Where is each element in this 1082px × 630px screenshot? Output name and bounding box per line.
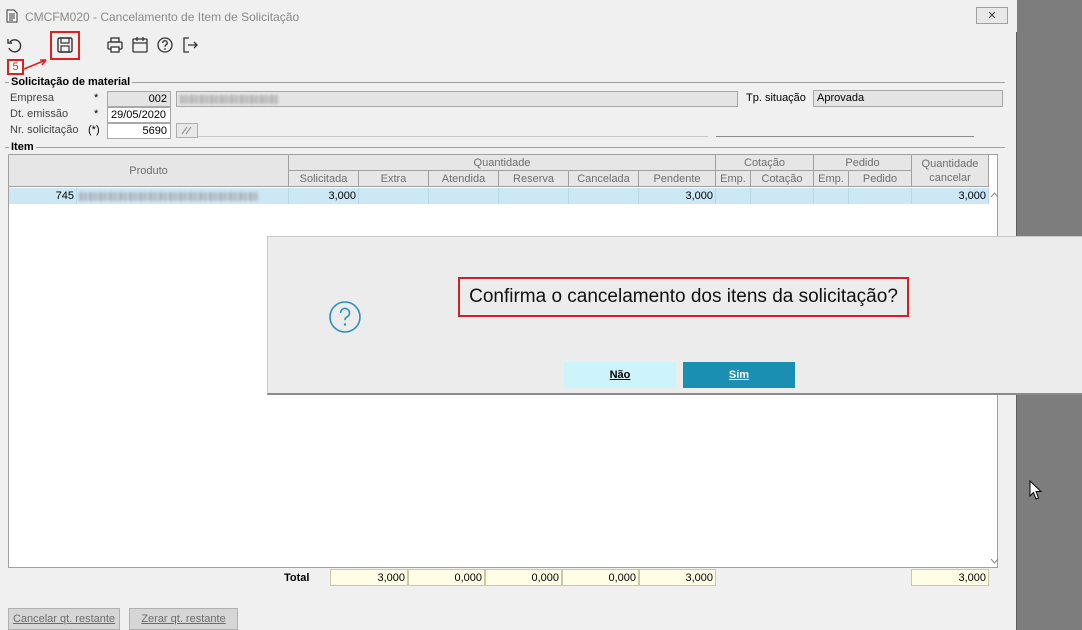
zerar-qt-restante-button[interactable]: Zerar qt. restante xyxy=(129,608,238,630)
empresa-name-field[interactable] xyxy=(176,91,738,107)
col-produto[interactable]: Produto xyxy=(9,155,289,187)
cancelar-qt-restante-button[interactable]: Cancelar qt. restante xyxy=(8,608,120,630)
col-cancelada[interactable]: Cancelada xyxy=(569,171,639,187)
col-cotacao[interactable]: Cotação xyxy=(751,171,814,187)
total-label: Total xyxy=(284,572,310,584)
emissao-label: Dt. emissão xyxy=(10,108,69,120)
nr-solicitacao-field[interactable]: 5690 xyxy=(107,123,171,139)
cell-qtd-cancelar[interactable]: 3,000 xyxy=(912,188,989,204)
group-line xyxy=(5,82,1005,83)
document-icon xyxy=(6,9,18,23)
tp-situacao-label: Tp. situação xyxy=(746,92,806,104)
redacted-text xyxy=(180,95,278,104)
scroll-down-icon[interactable] xyxy=(990,557,999,565)
cell-cotacao-emp xyxy=(716,188,751,204)
close-button[interactable]: ✕ xyxy=(976,7,1008,24)
nr-solicitacao-label: Nr. solicitação xyxy=(10,124,79,136)
nr-solicitacao-required: (*) xyxy=(88,124,100,136)
cancelar-qt-restante-label: Cancelar qt. restante xyxy=(12,613,116,625)
scroll-up-icon[interactable] xyxy=(990,191,999,199)
emissao-field[interactable]: 29/05/2020 xyxy=(107,107,171,123)
annotation-arrow xyxy=(23,59,47,70)
cell-pedido xyxy=(849,188,912,204)
dialog-message: Confirma o cancelamento dos itens da sol… xyxy=(458,277,909,317)
yes-button[interactable]: Sim xyxy=(683,362,795,388)
col-pendente[interactable]: Pendente xyxy=(639,171,716,187)
lookup-icon xyxy=(181,126,192,135)
no-button[interactable]: Não xyxy=(564,362,676,388)
cell-pendente: 3,000 xyxy=(639,188,716,204)
col-extra[interactable]: Extra xyxy=(359,171,429,187)
help-icon[interactable] xyxy=(155,35,175,55)
total-extra: 0,000 xyxy=(408,569,485,586)
print-icon[interactable] xyxy=(105,35,125,55)
empresa-required: * xyxy=(94,92,99,104)
col-pedido-emp[interactable]: Emp. xyxy=(814,171,849,187)
cell-extra xyxy=(359,188,429,204)
group-line xyxy=(5,147,1005,148)
tp-situacao-field[interactable]: Aprovada xyxy=(813,90,1003,107)
title-bar: CMCFM020 - Cancelamento de Item de Solic… xyxy=(0,0,1017,32)
separator xyxy=(716,136,974,137)
separator xyxy=(198,136,708,137)
col-group-pedido: Pedido xyxy=(814,155,912,171)
total-reserva: 0,000 xyxy=(562,569,639,586)
cell-descricao xyxy=(77,188,289,204)
section-solicitacao-title: Solicitação de material xyxy=(9,76,133,88)
cell-cotacao xyxy=(751,188,814,204)
undo-icon[interactable] xyxy=(5,35,25,55)
cell-reserva xyxy=(499,188,569,204)
exit-icon[interactable] xyxy=(180,35,200,55)
zerar-qt-restante-label: Zerar qt. restante xyxy=(141,613,226,625)
question-icon xyxy=(329,301,361,333)
total-solicitada: 3,000 xyxy=(330,569,408,586)
col-group-quantidade: Quantidade xyxy=(289,155,716,171)
col-qtd-cancelar[interactable]: Quantidade cancelar xyxy=(912,155,989,187)
col-solicitada[interactable]: Solicitada xyxy=(289,171,359,187)
total-pendente: 3,000 xyxy=(639,569,716,586)
empresa-field[interactable]: 002 xyxy=(107,91,171,107)
cell-cancelada xyxy=(569,188,639,204)
total-atendida: 0,000 xyxy=(485,569,562,586)
yes-button-label: Sim xyxy=(728,369,750,381)
confirm-dialog: Confirma o cancelamento dos itens da sol… xyxy=(267,236,1082,395)
section-item-title: Item xyxy=(9,141,36,153)
redacted-text xyxy=(79,191,259,201)
window-title: CMCFM020 - Cancelamento de Item de Solic… xyxy=(25,10,300,24)
save-icon[interactable] xyxy=(55,35,75,55)
col-group-cotacao: Cotação xyxy=(716,155,814,171)
cell-solicitada: 3,000 xyxy=(289,188,359,204)
cell-pedido-emp xyxy=(814,188,849,204)
lookup-button[interactable] xyxy=(176,123,198,138)
col-reserva[interactable]: Reserva xyxy=(499,171,569,187)
col-pedido[interactable]: Pedido xyxy=(849,171,912,187)
total-qtd-cancelar: 3,000 xyxy=(911,569,989,586)
cell-codigo: 745 xyxy=(9,188,77,204)
col-atendida[interactable]: Atendida xyxy=(429,171,499,187)
empresa-label: Empresa xyxy=(10,92,55,104)
mouse-cursor-icon xyxy=(1029,480,1043,500)
table-row[interactable]: 745 3,000 3,000 3,000 xyxy=(9,188,989,204)
calendar-icon[interactable] xyxy=(130,35,150,55)
emissao-required: * xyxy=(94,108,99,120)
cell-atendida xyxy=(429,188,499,204)
no-button-label: Não xyxy=(609,369,631,381)
col-cotacao-emp[interactable]: Emp. xyxy=(716,171,751,187)
